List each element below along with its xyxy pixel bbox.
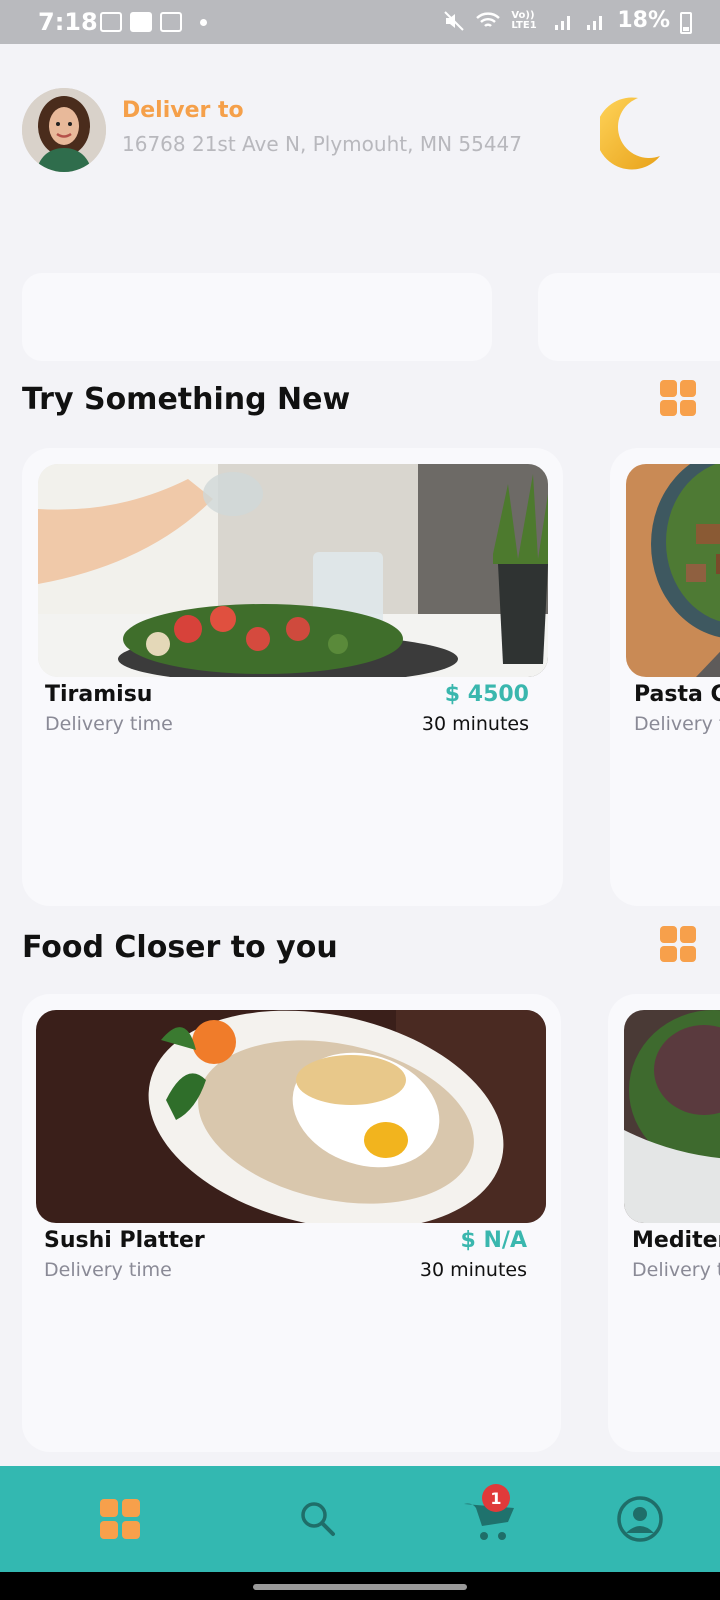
home-grid-icon [100,1499,140,1539]
food-card[interactable]: Sushi Platter Delivery time $ N/A 30 min… [22,994,561,1452]
delivery-time-label: Delivery t [634,713,720,735]
network-label: Vo)) LTE1 [511,9,537,31]
section-title: Food Closer to you [22,930,338,965]
gesture-area [0,1572,720,1600]
delivery-time-value: 30 minutes [419,1259,527,1281]
grid-view-icon[interactable] [660,926,696,962]
banner-card[interactable] [538,273,720,361]
food-image [624,1010,720,1223]
signal-2-icon [587,15,603,30]
avatar[interactable] [22,88,106,172]
system-icons: Vo)) LTE1 18% [443,8,670,33]
delivery-address[interactable]: 16768 21st Ave N, Plymouht, MN 55447 [122,132,522,156]
bottom-nav: 1 [0,1466,720,1572]
food-card[interactable]: Tiramisu Delivery time $ 4500 30 minutes [22,448,563,906]
delivery-time-label: Delivery t [632,1259,720,1281]
section-title: Try Something New [22,382,351,417]
search-icon [301,1502,335,1536]
notification-icons [100,12,207,32]
gallery-icon [100,12,122,32]
banner-card[interactable] [22,273,492,361]
battery-icon [680,12,692,34]
delivery-time-value: 30 minutes [421,713,529,735]
food-image [626,464,720,677]
deliver-to-label: Deliver to [122,98,244,123]
profile-icon [617,1496,663,1542]
grid-view-icon[interactable] [660,380,696,416]
food-card[interactable]: Mediter Delivery t [608,994,720,1452]
signal-1-icon [555,15,571,30]
app-v-icon [130,12,152,32]
more-dot-icon [200,18,207,26]
cart-badge: 1 [482,1484,510,1512]
nav-profile[interactable] [580,1466,700,1572]
food-card[interactable]: Pasta C Delivery t [610,448,720,906]
gesture-bar[interactable] [253,1584,467,1590]
status-time: 7:18 [38,8,98,36]
checkbox-icon [160,12,182,32]
food-name: Sushi Platter [44,1228,205,1253]
delivery-time-label: Delivery time [45,713,173,735]
food-name: Pasta C [634,682,720,707]
nav-home[interactable] [60,1466,180,1572]
moon-icon[interactable] [600,94,670,174]
status-bar: 7:18 Vo)) LTE1 18% [0,0,720,44]
battery-percent: 18% [617,8,670,33]
food-image [36,1010,546,1223]
food-name: Mediter [632,1228,720,1253]
delivery-time-label: Delivery time [44,1259,172,1281]
nav-cart[interactable]: 1 [430,1466,550,1572]
food-image [38,464,548,677]
nav-search[interactable] [258,1466,378,1572]
wifi-icon [476,11,501,27]
mute-icon [444,10,465,31]
food-price: $ 4500 [444,682,529,707]
food-name: Tiramisu [45,682,153,707]
food-price: $ N/A [460,1228,527,1253]
